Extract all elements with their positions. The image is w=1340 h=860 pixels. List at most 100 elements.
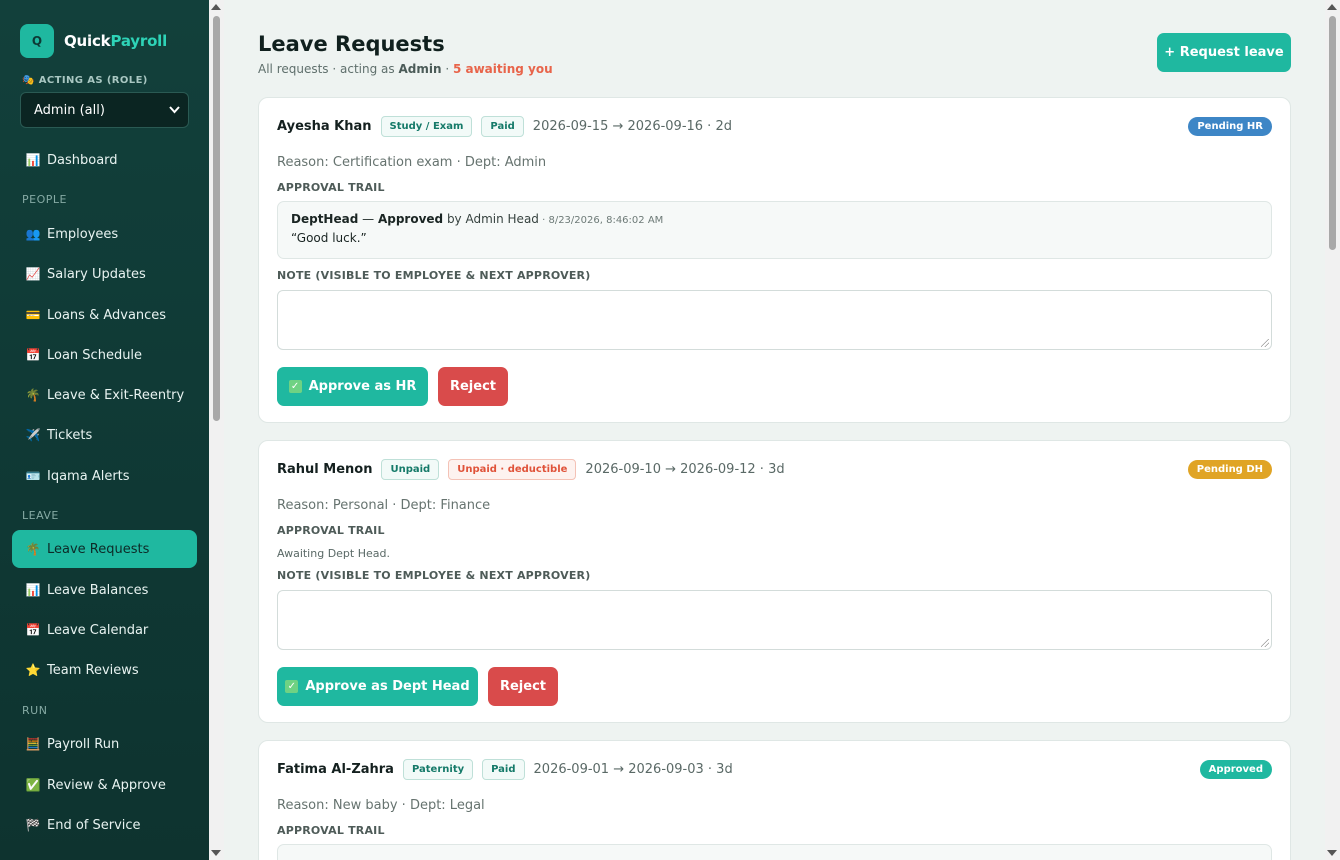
trail-approver: by Admin Head — [443, 212, 539, 226]
nav-item-iqama-alerts[interactable]: 🪪 Iqama Alerts — [12, 457, 197, 495]
nav-item-end-of-service[interactable]: 🏁 End of Service — [12, 806, 197, 844]
nav-item-tickets[interactable]: ✈️ Tickets — [12, 416, 197, 454]
leave-reason: Reason: New baby · Dept: Legal — [277, 798, 485, 813]
people-icon: 👥 — [25, 227, 41, 241]
nav-item-payroll-run[interactable]: 🧮 Payroll Run — [12, 725, 197, 763]
nav-label: Tickets — [47, 427, 93, 443]
nav-label: Payroll Run — [47, 736, 120, 752]
subtitle-prefix: All requests · acting as — [258, 62, 399, 76]
nav-label: End of Service — [47, 817, 141, 833]
app-name-part1: Quick — [64, 32, 111, 50]
leave-reason: Reason: Personal · Dept: Finance — [277, 498, 491, 513]
calendar-icon: 📅 — [25, 623, 41, 637]
nav-item-leave-balances[interactable]: 📊 Leave Balances — [12, 571, 197, 609]
status-badge: Pending DH — [1187, 460, 1272, 479]
nav-item-leave-exit[interactable]: 🌴 Leave & Exit-Reentry — [12, 376, 197, 414]
flag-icon: 🏁 — [25, 818, 41, 832]
scroll-up-arrow-icon[interactable] — [1327, 4, 1337, 10]
app-logo: Q — [20, 24, 54, 58]
calendar-icon: 📅 — [25, 348, 41, 362]
request-leave-button[interactable]: + Request leave — [1157, 33, 1291, 72]
pay-type-tag: Paid — [481, 116, 524, 137]
sidebar-scrollbar[interactable] — [209, 0, 224, 860]
nav-item-review-approve[interactable]: ✅ Review & Approve — [12, 766, 197, 804]
nav-item-employees[interactable]: 👥 Employees — [12, 215, 197, 253]
employee-name: Rahul Menon — [277, 462, 373, 477]
leave-dates: 2026-09-15 → 2026-09-16 · 2d — [532, 119, 732, 134]
nav-section-people: PEOPLE — [22, 193, 67, 206]
nav-label: Leave Calendar — [47, 622, 149, 638]
employee-name: Fatima Al-Zahra — [277, 762, 394, 777]
leave-type-tag: Unpaid — [381, 459, 440, 480]
note-label: NOTE (VISIBLE TO EMPLOYEE & NEXT APPROVE… — [277, 269, 591, 282]
role-label: 🎭 ACTING AS (ROLE) — [22, 75, 148, 86]
reject-button[interactable]: Reject — [488, 667, 558, 706]
main-scroll-thumb[interactable] — [1329, 16, 1336, 250]
nav-label: Leave Requests — [47, 541, 150, 557]
nav-item-loans[interactable]: 💳 Loans & Advances — [12, 296, 197, 334]
scroll-up-arrow-icon[interactable] — [211, 4, 221, 10]
awaiting-count: 5 awaiting you — [452, 62, 553, 76]
nav-label: Salary Updates — [47, 266, 146, 282]
abacus-icon: 🧮 — [25, 737, 41, 751]
nav-item-dashboard[interactable]: 📊 Dashboard — [12, 141, 197, 179]
main-scrollbar[interactable] — [1325, 0, 1340, 860]
chart-icon: 📊 — [25, 153, 41, 167]
trail-comment: “Good luck.” — [291, 231, 367, 245]
status-badge: Approved — [1199, 760, 1272, 779]
status-badge: Pending HR — [1188, 117, 1272, 136]
button-label: Approve as Dept Head — [305, 679, 470, 694]
trail-action: Approved — [377, 212, 444, 226]
approve-as-hr-button[interactable]: ✓ Approve as HR — [277, 367, 428, 406]
palm-tree-icon: 🌴 — [25, 542, 41, 556]
nav-label: Leave & Exit-Reentry — [47, 387, 185, 403]
approval-trail-label: APPROVAL TRAIL — [277, 824, 385, 837]
pay-type-tag: Unpaid · deductible — [448, 459, 577, 480]
card-icon: 💳 — [25, 308, 41, 322]
nav-item-leave-calendar[interactable]: 📅 Leave Calendar — [12, 611, 197, 649]
approval-trail-label: APPROVAL TRAIL — [277, 524, 385, 537]
reject-button[interactable]: Reject — [438, 367, 508, 406]
sidebar-scroll-thumb[interactable] — [213, 16, 220, 421]
approve-as-dept-head-button[interactable]: ✓ Approve as Dept Head — [277, 667, 478, 706]
note-textarea[interactable] — [277, 590, 1272, 650]
palm-tree-icon: 🌴 — [25, 388, 41, 402]
page-subtitle: All requests · acting as Admin · 5 await… — [258, 62, 553, 76]
role-select-value: Admin (all) — [34, 102, 105, 118]
pay-type-tag: Paid — [482, 759, 525, 780]
nav-label: Leave Balances — [47, 582, 149, 598]
leave-dates: 2026-09-01 → 2026-09-03 · 3d — [533, 762, 733, 777]
nav-item-team-reviews[interactable]: ⭐ Team Reviews — [12, 651, 197, 689]
nav-item-leave-requests[interactable]: 🌴 Leave Requests — [12, 530, 197, 568]
note-textarea[interactable] — [277, 290, 1272, 350]
scroll-down-arrow-icon[interactable] — [211, 850, 221, 856]
trail-timestamp: · 8/23/2026, 8:46:02 AM — [538, 215, 664, 226]
trail-entry-line: DeptHead — Approved by Admin Head · 8/23… — [291, 212, 1258, 226]
card-header: Ayesha Khan Study / Exam Paid 2026-09-15… — [277, 116, 732, 137]
resize-grip-icon[interactable] — [1261, 339, 1269, 347]
scroll-down-arrow-icon[interactable] — [1327, 850, 1337, 856]
employee-name: Ayesha Khan — [277, 119, 372, 134]
subtitle-separator: · — [441, 62, 453, 76]
trail-dash: — — [358, 212, 378, 226]
nav-section-leave: LEAVE — [22, 509, 59, 522]
checkmark-icon: ✓ — [288, 380, 302, 393]
nav-item-loan-schedule[interactable]: 📅 Loan Schedule — [12, 336, 197, 374]
leave-request-card: Rahul Menon Unpaid Unpaid · deductible 2… — [258, 440, 1291, 723]
nav-item-salary-updates[interactable]: 📈 Salary Updates — [12, 255, 197, 293]
approval-trail-label: APPROVAL TRAIL — [277, 181, 385, 194]
sidebar: Q QuickPayroll 🎭 ACTING AS (ROLE) Admin … — [0, 0, 209, 860]
leave-request-card: Fatima Al-Zahra Paternity Paid 2026-09-0… — [258, 740, 1291, 860]
leave-dates: 2026-09-10 → 2026-09-12 · 3d — [585, 462, 785, 477]
resize-grip-icon[interactable] — [1261, 639, 1269, 647]
brand[interactable]: Q QuickPayroll — [20, 24, 167, 58]
app-name: QuickPayroll — [64, 32, 167, 50]
leave-type-tag: Paternity — [402, 759, 474, 780]
approval-trail-entry: DeptHead — Approved by Admin Head · 8/23… — [277, 201, 1272, 259]
nav-label: Iqama Alerts — [47, 468, 130, 484]
id-card-icon: 🪪 — [25, 469, 41, 483]
trend-icon: 📈 — [25, 267, 41, 281]
chevron-down-icon — [169, 104, 180, 117]
role-select[interactable]: Admin (all) — [20, 92, 189, 128]
leave-reason: Reason: Certification exam · Dept: Admin — [277, 155, 547, 170]
